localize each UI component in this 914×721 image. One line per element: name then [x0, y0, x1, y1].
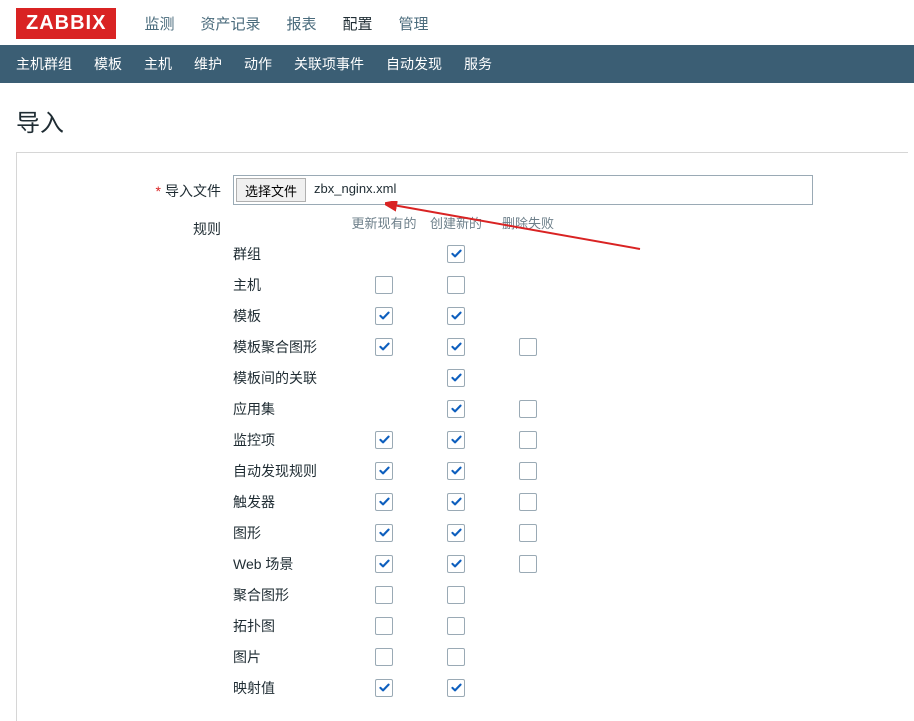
rule-name: 映射值: [233, 678, 348, 698]
checkbox-update-13[interactable]: [375, 648, 393, 666]
checkbox-create-7[interactable]: [447, 462, 465, 480]
page-title: 导入: [0, 83, 914, 152]
top-menu-inventory[interactable]: 资产记录: [200, 13, 260, 34]
checkbox-update-12[interactable]: [375, 617, 393, 635]
rule-name: 触发器: [233, 492, 348, 512]
checkbox-create-5[interactable]: [447, 400, 465, 418]
top-menu: 监测 资产记录 报表 配置 管理: [144, 13, 428, 34]
import-form: *导入文件 选择文件 zbx_nginx.xml 规则 更新现有的 创建新的 删…: [16, 152, 908, 721]
subnav-discovery[interactable]: 自动发现: [386, 54, 442, 74]
rule-row: 应用集: [233, 393, 564, 424]
rule-name: 主机: [233, 275, 348, 295]
file-input-wrap[interactable]: 选择文件 zbx_nginx.xml: [233, 175, 813, 205]
checkbox-create-11[interactable]: [447, 586, 465, 604]
subnav-hosts[interactable]: 主机: [144, 54, 172, 74]
rule-name: 自动发现规则: [233, 461, 348, 481]
rule-name: 应用集: [233, 399, 348, 419]
checkbox-update-11[interactable]: [375, 586, 393, 604]
checkbox-delete-9[interactable]: [519, 524, 537, 542]
subnav-correlation[interactable]: 关联项事件: [294, 54, 364, 74]
rule-row: 模板聚合图形: [233, 331, 564, 362]
rule-row: 主机: [233, 269, 564, 300]
rule-name: 监控项: [233, 430, 348, 450]
rule-name: 图片: [233, 647, 348, 667]
subnav-maintenance[interactable]: 维护: [194, 54, 222, 74]
checkbox-delete-6[interactable]: [519, 431, 537, 449]
rules-row: 规则 更新现有的 创建新的 删除失败 群组主机模板模板聚合图形模板间的关联应用集…: [35, 213, 890, 703]
rule-row: 拓扑图: [233, 610, 564, 641]
subnav-actions[interactable]: 动作: [244, 54, 272, 74]
rule-row: 模板间的关联: [233, 362, 564, 393]
col-update: 更新现有的: [348, 213, 420, 232]
rule-name: Web 场景: [233, 554, 348, 574]
rule-row: 自动发现规则: [233, 455, 564, 486]
rule-row: 映射值: [233, 672, 564, 703]
checkbox-update-10[interactable]: [375, 555, 393, 573]
rules-columns-header: 更新现有的 创建新的 删除失败: [233, 213, 564, 232]
rule-row: 图形: [233, 517, 564, 548]
checkbox-create-3[interactable]: [447, 338, 465, 356]
top-menu-monitor[interactable]: 监测: [144, 13, 174, 34]
rule-row: 模板: [233, 300, 564, 331]
checkbox-update-3[interactable]: [375, 338, 393, 356]
subnav-services[interactable]: 服务: [464, 54, 492, 74]
checkbox-delete-5[interactable]: [519, 400, 537, 418]
checkbox-create-1[interactable]: [447, 276, 465, 294]
checkbox-delete-7[interactable]: [519, 462, 537, 480]
checkbox-create-12[interactable]: [447, 617, 465, 635]
import-file-label: *导入文件: [35, 175, 233, 201]
checkbox-create-14[interactable]: [447, 679, 465, 697]
rule-name: 群组: [233, 244, 348, 264]
col-delete: 删除失败: [492, 213, 564, 232]
top-menu-config[interactable]: 配置: [343, 13, 373, 34]
checkbox-update-7[interactable]: [375, 462, 393, 480]
sub-nav: 主机群组 模板 主机 维护 动作 关联项事件 自动发现 服务: [0, 45, 914, 83]
checkbox-update-6[interactable]: [375, 431, 393, 449]
rule-name: 拓扑图: [233, 616, 348, 636]
rule-name: 模板间的关联: [233, 368, 348, 388]
rule-row: 图片: [233, 641, 564, 672]
rule-name: 模板聚合图形: [233, 337, 348, 357]
rules-label: 规则: [35, 213, 233, 239]
rule-row: 群组: [233, 238, 564, 269]
required-asterisk: *: [156, 183, 161, 199]
checkbox-update-8[interactable]: [375, 493, 393, 511]
checkbox-update-9[interactable]: [375, 524, 393, 542]
rule-row: 聚合图形: [233, 579, 564, 610]
subnav-templates[interactable]: 模板: [94, 54, 122, 74]
checkbox-update-1[interactable]: [375, 276, 393, 294]
top-menu-reports[interactable]: 报表: [286, 13, 316, 34]
choose-file-button[interactable]: 选择文件: [236, 178, 306, 202]
checkbox-create-8[interactable]: [447, 493, 465, 511]
rule-name: 聚合图形: [233, 585, 348, 605]
rule-row: 触发器: [233, 486, 564, 517]
logo[interactable]: ZABBIX: [16, 8, 116, 39]
checkbox-create-10[interactable]: [447, 555, 465, 573]
checkbox-create-13[interactable]: [447, 648, 465, 666]
subnav-hostgroups[interactable]: 主机群组: [16, 54, 72, 74]
checkbox-create-4[interactable]: [447, 369, 465, 387]
rule-row: Web 场景: [233, 548, 564, 579]
checkbox-create-0[interactable]: [447, 245, 465, 263]
top-menu-admin[interactable]: 管理: [399, 13, 429, 34]
file-name: zbx_nginx.xml: [308, 176, 812, 204]
col-create: 创建新的: [420, 213, 492, 232]
checkbox-update-2[interactable]: [375, 307, 393, 325]
rules-body: 更新现有的 创建新的 删除失败 群组主机模板模板聚合图形模板间的关联应用集监控项…: [233, 213, 564, 703]
checkbox-delete-8[interactable]: [519, 493, 537, 511]
rule-name: 模板: [233, 306, 348, 326]
checkbox-delete-10[interactable]: [519, 555, 537, 573]
checkbox-delete-3[interactable]: [519, 338, 537, 356]
rule-row: 监控项: [233, 424, 564, 455]
checkbox-create-2[interactable]: [447, 307, 465, 325]
rule-name: 图形: [233, 523, 348, 543]
checkbox-update-14[interactable]: [375, 679, 393, 697]
checkbox-create-6[interactable]: [447, 431, 465, 449]
import-file-row: *导入文件 选择文件 zbx_nginx.xml: [35, 175, 890, 205]
topbar: ZABBIX 监测 资产记录 报表 配置 管理: [0, 0, 914, 45]
checkbox-create-9[interactable]: [447, 524, 465, 542]
